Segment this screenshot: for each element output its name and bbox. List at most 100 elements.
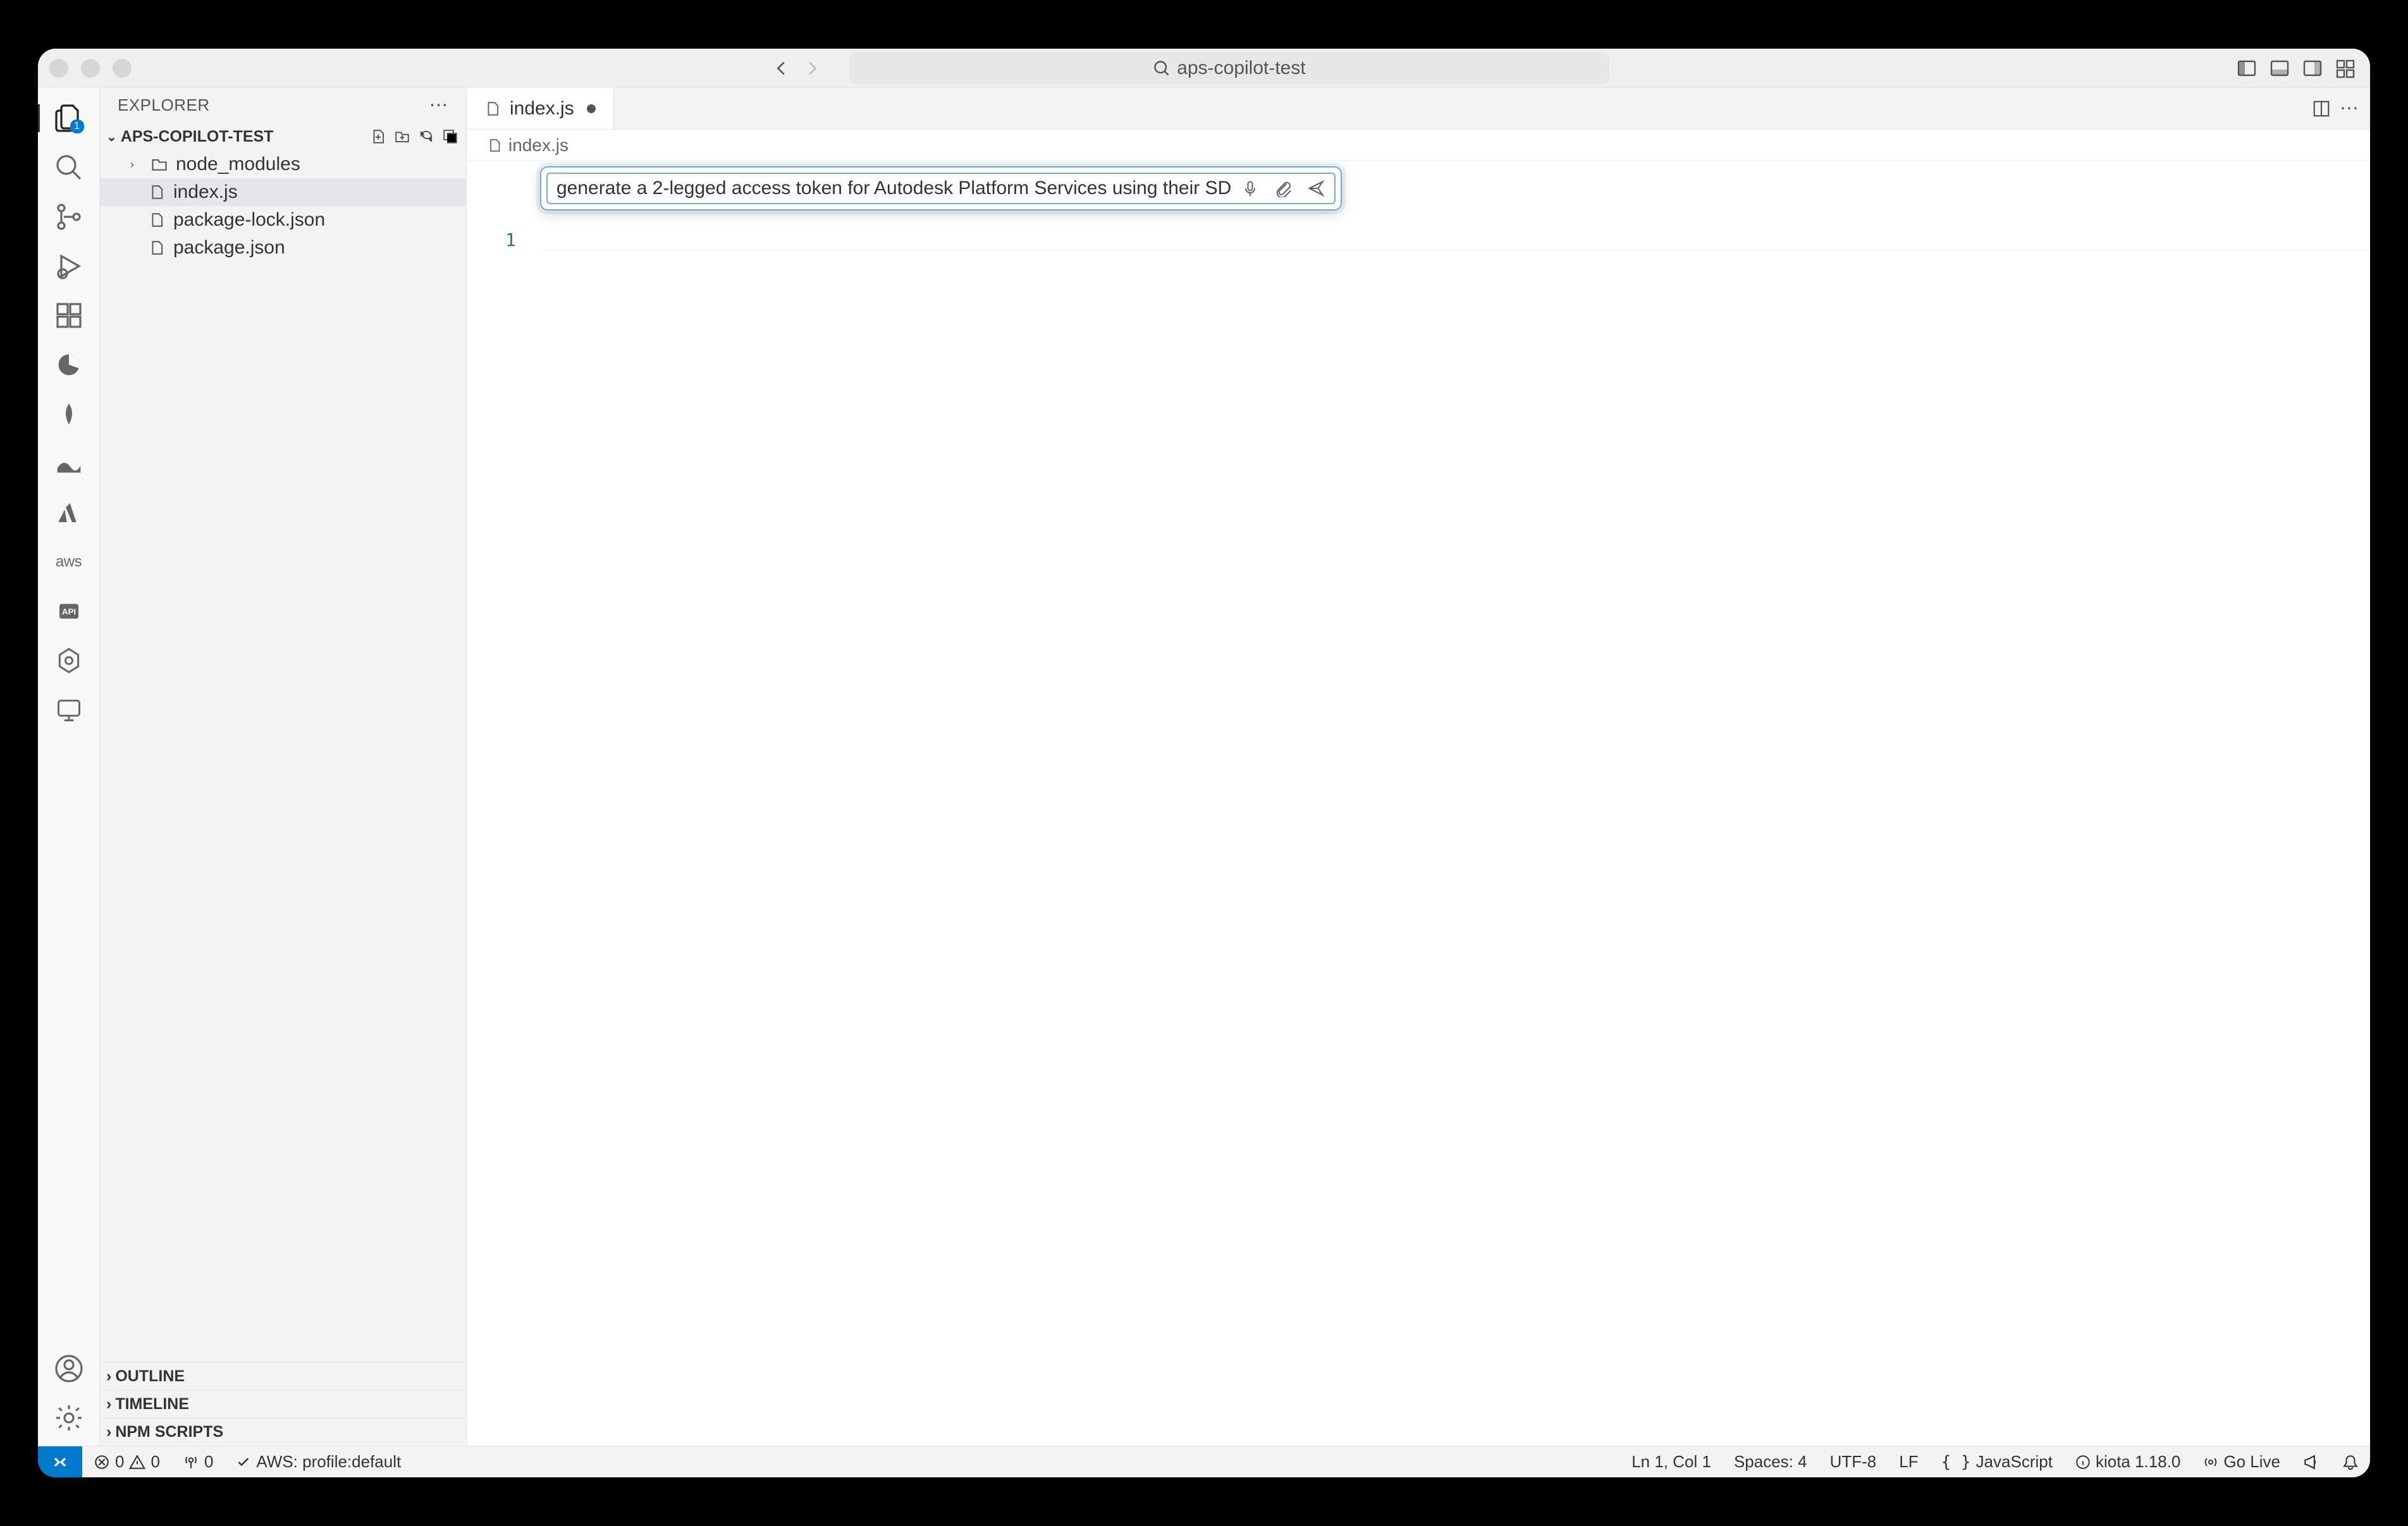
more-actions-button[interactable]: ⋯ (2340, 97, 2359, 119)
activity-run-debug[interactable] (50, 247, 88, 285)
code-area[interactable] (535, 161, 2370, 1446)
status-feedback[interactable] (2292, 1446, 2331, 1477)
layout-sidebar-right-icon (2302, 58, 2323, 78)
folder-icon (149, 156, 169, 173)
file-icon (147, 184, 167, 200)
maximize-window-button[interactable] (113, 59, 132, 78)
breadcrumb[interactable]: index.js (467, 130, 2370, 161)
explorer-badge: 1 (70, 119, 84, 133)
sidebar-more-button[interactable]: ⋯ (429, 94, 449, 116)
new-file-icon (370, 128, 386, 145)
file-icon (147, 212, 167, 228)
split-icon (2312, 99, 2331, 118)
remote-explorer-icon (55, 696, 83, 724)
activity-extensions[interactable] (50, 296, 88, 334)
toggle-primary-sidebar-button[interactable] (2233, 55, 2260, 82)
editor-body[interactable]: 1 (467, 161, 2370, 1446)
timeline-label: TIMELINE (115, 1395, 189, 1413)
close-window-button[interactable] (49, 59, 68, 78)
pie-chart-icon (55, 351, 83, 379)
split-editor-button[interactable] (2312, 99, 2331, 118)
outline-label: OUTLINE (115, 1367, 185, 1386)
minimize-window-button[interactable] (81, 59, 100, 78)
dirty-indicator-icon (587, 104, 596, 113)
chevron-right-icon: › (106, 1367, 111, 1386)
warning-icon (129, 1454, 145, 1470)
breadcrumb-item: index.js (508, 135, 568, 156)
search-icon (54, 152, 84, 183)
chevron-right-icon: › (130, 158, 143, 171)
copilot-submit-button[interactable] (1306, 179, 1325, 198)
outline-section[interactable]: › OUTLINE (100, 1362, 466, 1390)
activity-settings[interactable] (50, 1399, 88, 1437)
new-file-button[interactable] (369, 127, 388, 146)
status-go-live[interactable]: Go Live (2192, 1446, 2292, 1477)
activity-search[interactable] (50, 149, 88, 186)
attach-icon (1274, 180, 1292, 197)
status-aws[interactable]: AWS: profile:default (224, 1446, 412, 1477)
window-controls (49, 59, 132, 78)
error-icon (94, 1454, 110, 1470)
toggle-panel-button[interactable] (2266, 55, 2293, 82)
collapse-all-button[interactable] (441, 127, 460, 146)
activity-ext-4[interactable] (50, 494, 88, 532)
layout-grid-icon (2335, 58, 2356, 78)
project-name: APS-COPILOT-TEST (121, 128, 274, 146)
tree-file-index-js[interactable]: index.js (100, 178, 466, 206)
status-kiota[interactable]: kiota 1.18.0 (2064, 1446, 2192, 1477)
collapse-icon (442, 128, 458, 145)
activity-ext-7[interactable] (50, 642, 88, 680)
copilot-voice-button[interactable] (1241, 179, 1260, 198)
ellipsis-icon: ⋯ (2340, 98, 2359, 119)
search-icon (1153, 59, 1170, 77)
status-language-mode[interactable]: { } JavaScript (1930, 1446, 2064, 1477)
activity-ext-6[interactable]: API (50, 592, 88, 630)
status-eol[interactable]: LF (1888, 1446, 1929, 1477)
tree-file-package-lock[interactable]: package-lock.json (100, 206, 466, 234)
tree-folder-node-modules[interactable]: › node_modules (100, 150, 466, 178)
svg-text:API: API (61, 607, 75, 616)
source-control-icon (54, 202, 84, 232)
status-cursor-position[interactable]: Ln 1, Col 1 (1620, 1446, 1723, 1477)
editor-area: index.js ⋯ index.js 1 (467, 88, 2370, 1446)
nav-forward-button[interactable] (799, 56, 825, 81)
status-encoding[interactable]: UTF-8 (1819, 1446, 1888, 1477)
activity-ext-3[interactable] (50, 444, 88, 482)
tab-index-js[interactable]: index.js (467, 88, 614, 129)
status-problems[interactable]: 0 0 (82, 1446, 171, 1477)
remote-button[interactable] (38, 1446, 82, 1477)
tree-label: index.js (173, 181, 238, 203)
nav-back-button[interactable] (769, 56, 794, 81)
activity-aws[interactable]: aws (50, 543, 88, 581)
npm-scripts-section[interactable]: › NPM SCRIPTS (100, 1418, 466, 1446)
explorer-section-header[interactable]: ⌄ APS-COPILOT-TEST (100, 123, 466, 150)
refresh-button[interactable] (417, 127, 436, 146)
activity-explorer[interactable]: 1 (50, 99, 88, 137)
copilot-prompt-input[interactable] (556, 178, 1232, 199)
tab-label: index.js (510, 98, 574, 119)
status-bar: 0 0 0 AWS: profile:default Ln 1, Col 1 S… (38, 1446, 2370, 1477)
new-folder-button[interactable] (393, 127, 412, 146)
timeline-section[interactable]: › TIMELINE (100, 1390, 466, 1418)
refresh-icon (418, 128, 434, 145)
copilot-attach-button[interactable] (1274, 179, 1293, 198)
customize-layout-button[interactable] (2332, 55, 2359, 82)
activity-accounts[interactable] (50, 1350, 88, 1388)
aws-icon: aws (56, 553, 82, 571)
status-notifications[interactable] (2331, 1446, 2370, 1477)
activity-ext-8[interactable] (50, 691, 88, 729)
tree-file-package-json[interactable]: package.json (100, 234, 466, 262)
debug-icon (54, 251, 84, 281)
new-folder-icon (394, 128, 410, 145)
activity-ext-1[interactable] (50, 346, 88, 384)
activity-ext-2[interactable] (50, 395, 88, 433)
command-center-search[interactable]: aps-copilot-test (850, 53, 1609, 83)
status-indentation[interactable]: Spaces: 4 (1723, 1446, 1819, 1477)
api-box-icon: API (56, 599, 82, 624)
account-icon (54, 1353, 84, 1384)
sidebar-title: EXPLORER (118, 95, 210, 115)
activity-source-control[interactable] (50, 198, 88, 236)
status-ports[interactable]: 0 (171, 1446, 224, 1477)
extensions-icon (54, 300, 84, 331)
toggle-secondary-sidebar-button[interactable] (2299, 55, 2326, 82)
